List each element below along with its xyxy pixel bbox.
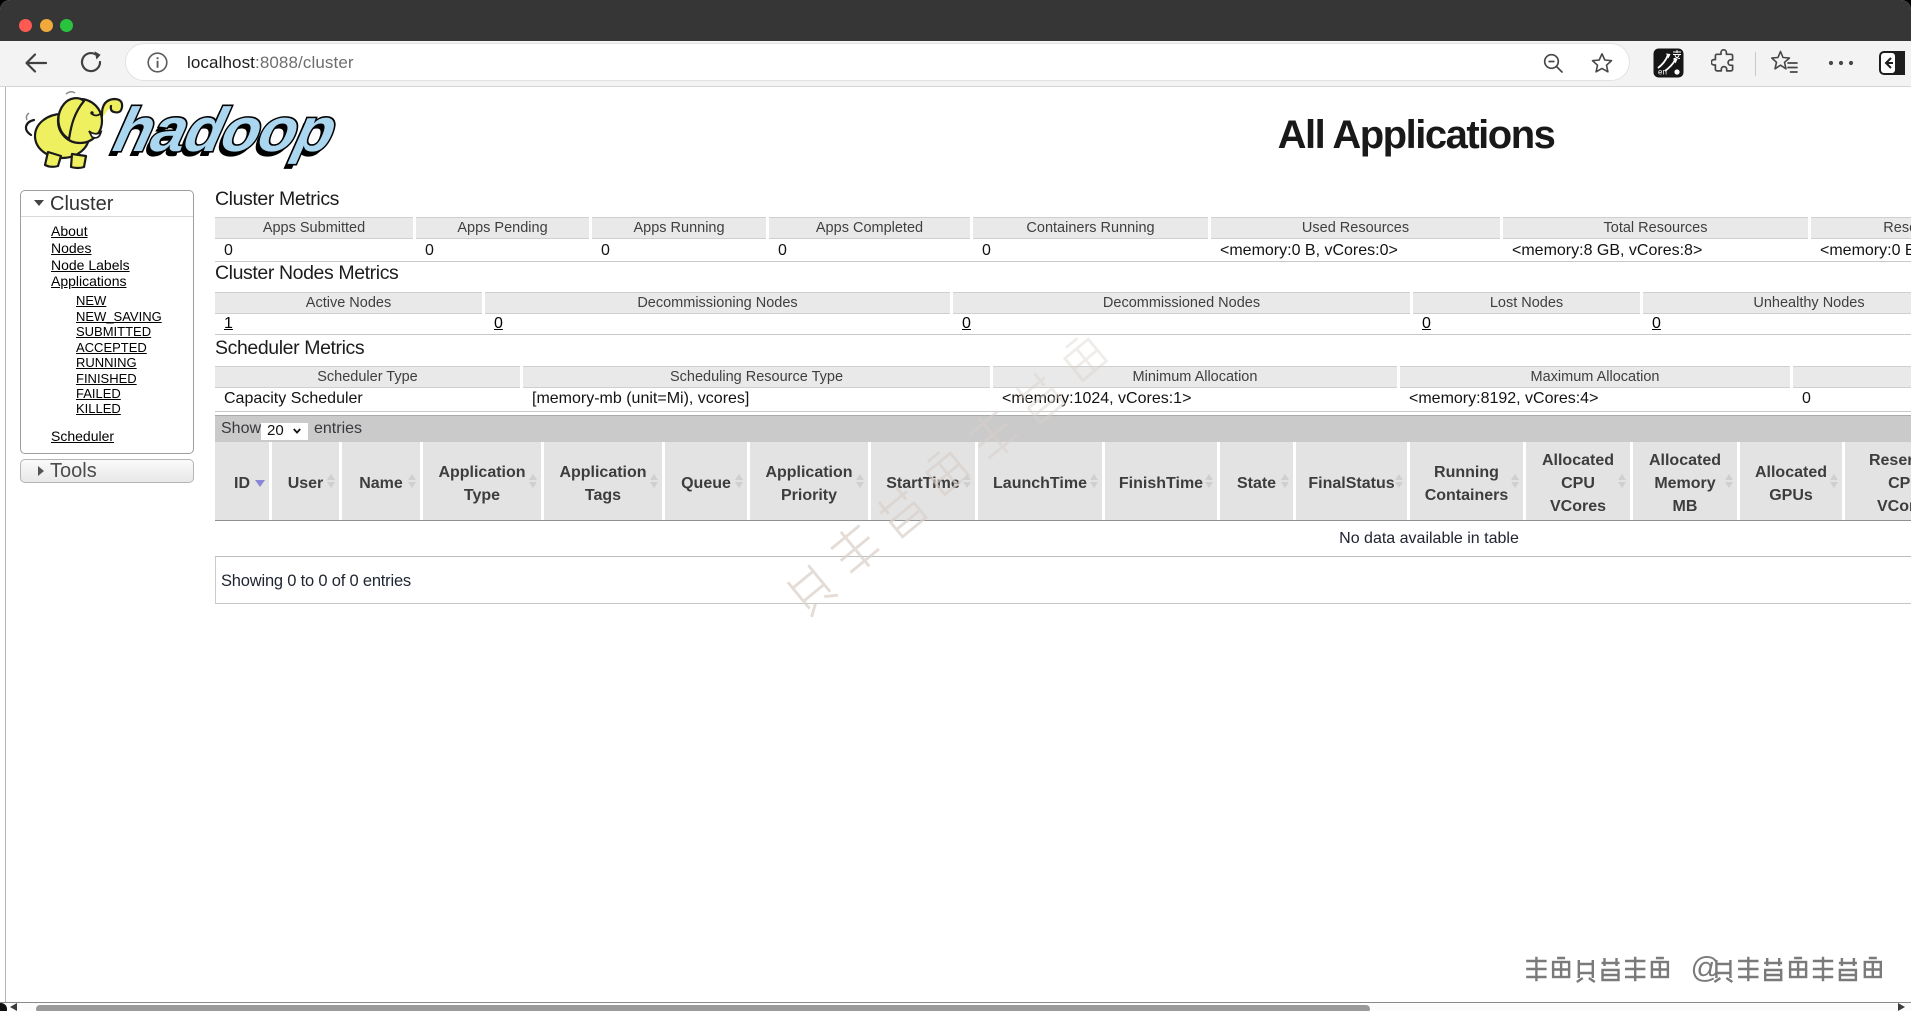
svg-text:hadoop: hadoop [108, 96, 342, 165]
svg-text:en: en [1658, 68, 1667, 77]
